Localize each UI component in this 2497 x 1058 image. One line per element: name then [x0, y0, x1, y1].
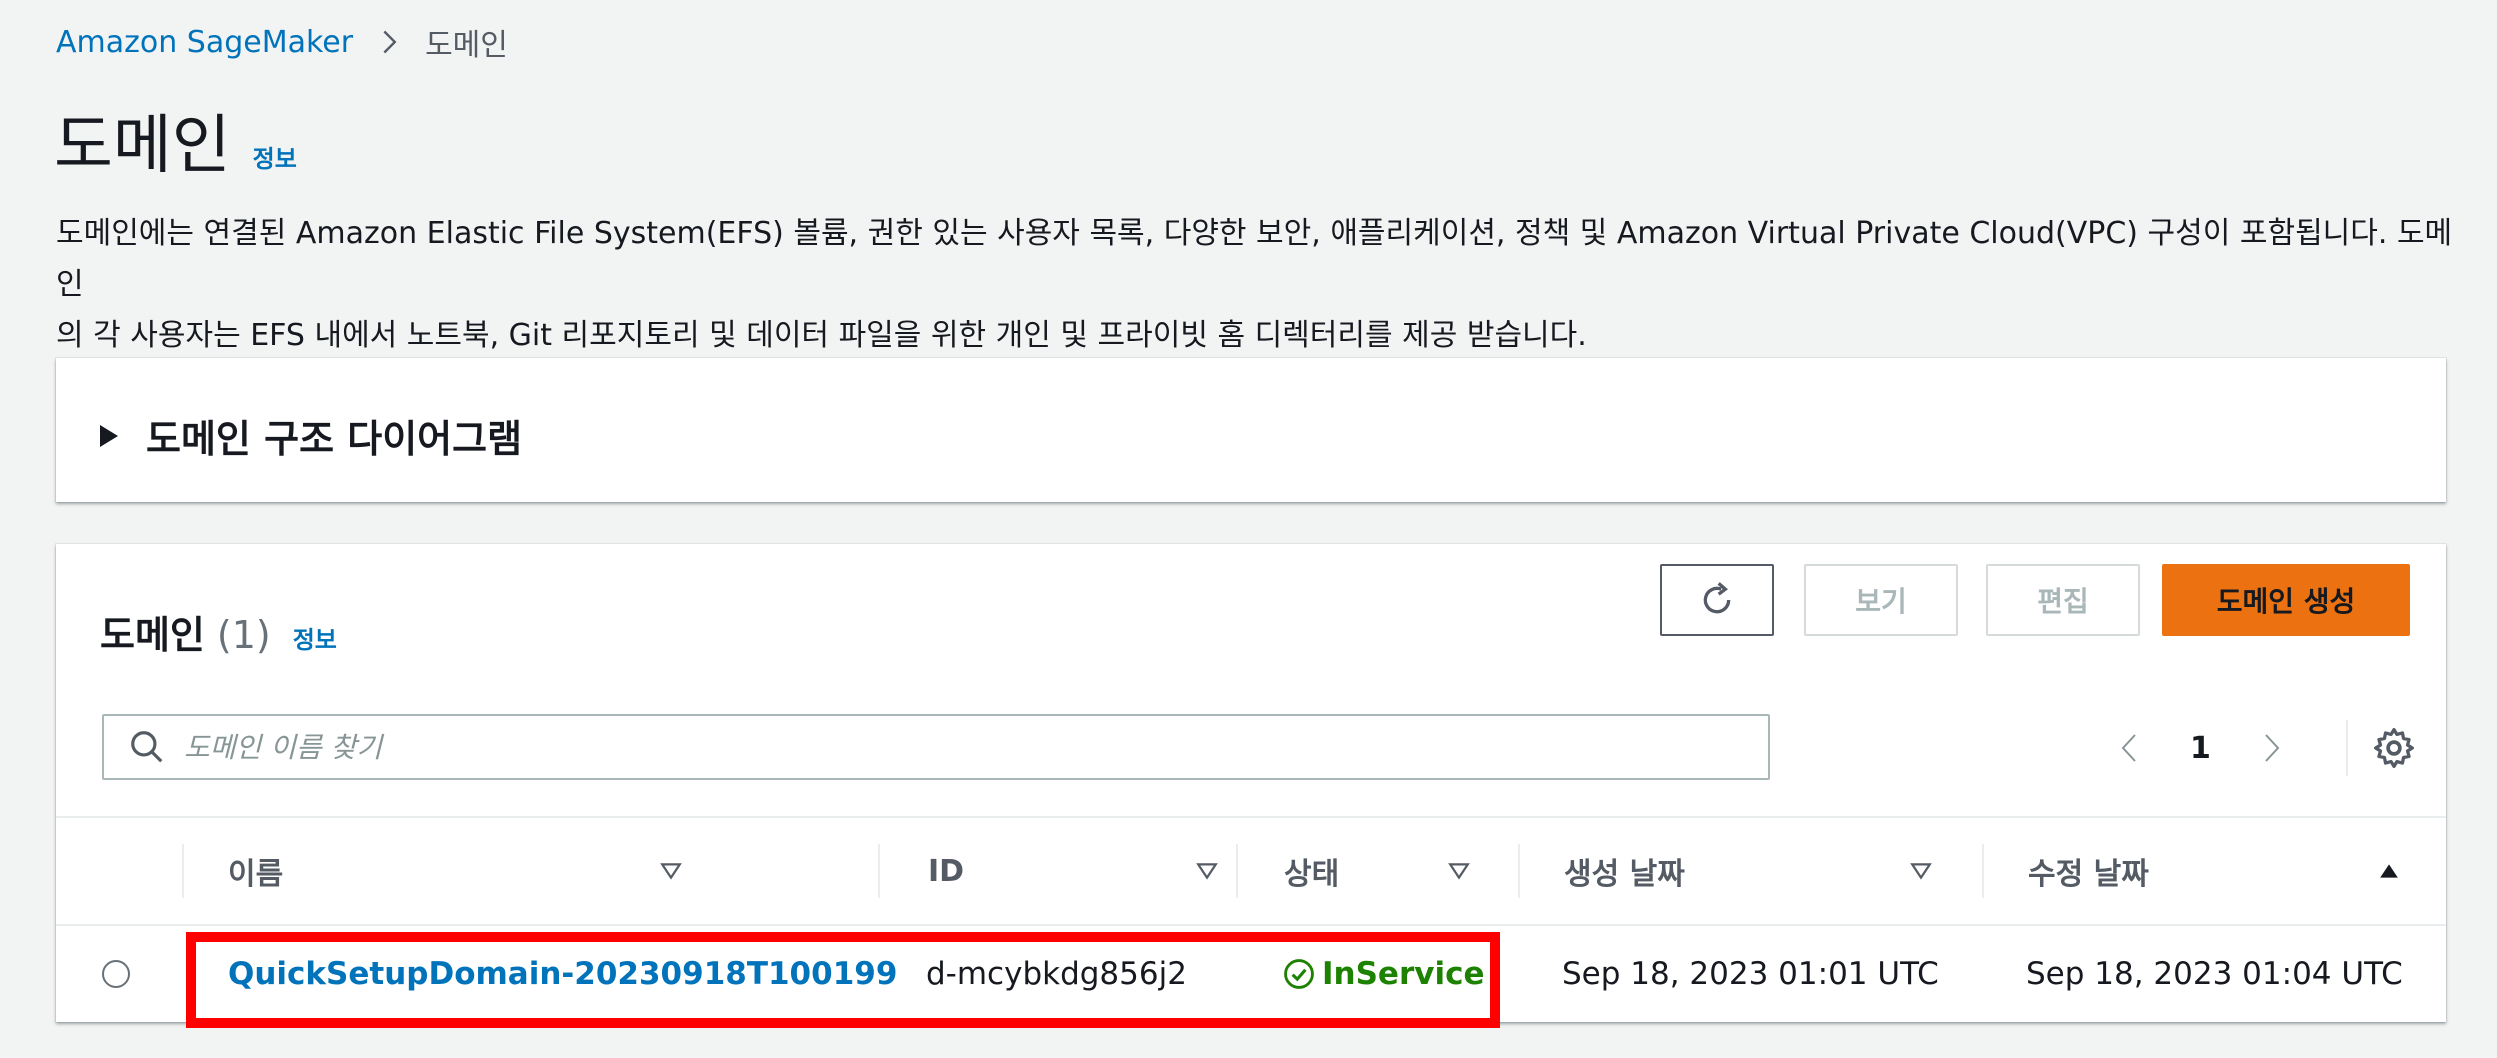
column-divider — [1982, 844, 1984, 898]
column-header-label: 수정 날짜 — [2028, 857, 2149, 892]
column-divider — [1518, 844, 1520, 898]
column-header-id[interactable]: ID — [928, 818, 1228, 924]
column-header-label: ID — [928, 853, 965, 889]
table-count: (1) — [216, 613, 271, 657]
sort-up-icon — [2378, 862, 2400, 880]
sagemaker-domains-page: Amazon SageMaker 도메인 도메인 정보 도메인에는 연결된 Am… — [0, 0, 2497, 1058]
row-select-radio[interactable] — [102, 960, 130, 988]
column-header-created[interactable]: 생성 날짜 — [1564, 818, 1964, 924]
domain-diagram-expander[interactable]: 도메인 구조 다이어그램 — [100, 408, 522, 463]
search-input[interactable] — [182, 729, 1686, 765]
domain-name-link[interactable]: QuickSetupDomain-20230918T100199 — [228, 956, 897, 992]
view-button[interactable]: 보기 — [1804, 564, 1958, 636]
page-header: 도메인 정보 — [54, 108, 297, 185]
chevron-right-icon — [375, 28, 403, 56]
page-description: 도메인에는 연결된 Amazon Elastic File System(EFS… — [56, 208, 2456, 361]
check-circle-icon — [1282, 957, 1322, 991]
pagination: 1 — [2112, 720, 2289, 776]
create-domain-button[interactable]: 도메인 생성 — [2162, 564, 2410, 636]
cell-created: Sep 18, 2023 01:01 UTC — [1562, 956, 1939, 992]
sort-down-icon — [1910, 862, 1932, 880]
domains-table-panel: 도메인 (1) 정보 보기 편집 도메인 생성 1 — [56, 544, 2446, 1022]
cell-name: QuickSetupDomain-20230918T100199 — [228, 926, 897, 1022]
description-line: 도메인에는 연결된 Amazon Elastic File System(EFS… — [56, 216, 2453, 302]
column-header-label: 생성 날짜 — [1564, 857, 1685, 892]
breadcrumb-current: 도메인 — [425, 28, 508, 63]
page-number[interactable]: 1 — [2190, 731, 2211, 766]
sort-down-icon — [660, 862, 682, 880]
sort-down-icon — [1196, 862, 1218, 880]
chevron-left-icon[interactable] — [2112, 725, 2146, 771]
description-line: 의 각 사용자는 EFS 내에서 노트북, Git 리포지토리 및 데이터 파일… — [56, 318, 1587, 353]
column-header-modified[interactable]: 수정 날짜 — [2028, 818, 2428, 924]
column-header-name[interactable]: 이름 — [228, 818, 778, 924]
column-header-status[interactable]: 상태 — [1284, 818, 1524, 924]
column-divider — [1236, 844, 1238, 898]
column-divider — [182, 844, 184, 898]
cell-modified: Sep 18, 2023 01:04 UTC — [2026, 956, 2403, 992]
column-header-label: 상태 — [1284, 857, 1340, 892]
breadcrumb: Amazon SageMaker 도메인 — [56, 20, 508, 64]
status-badge: InService — [1282, 956, 1484, 992]
table-title: 도메인 — [100, 613, 205, 657]
domain-diagram-panel: 도메인 구조 다이어그램 — [56, 358, 2446, 502]
cell-status: InService — [1282, 926, 1484, 1022]
gear-icon[interactable] — [2372, 726, 2416, 770]
expander-label: 도메인 구조 다이어그램 — [146, 417, 523, 461]
cell-id: d-mcybkdg856j2 — [926, 956, 1187, 992]
sort-down-icon — [1448, 862, 1470, 880]
refresh-icon — [1697, 580, 1737, 620]
table-row[interactable]: QuickSetupDomain-20230918T100199 d-mcybk… — [56, 926, 2446, 1022]
column-divider — [878, 844, 880, 898]
caret-right-icon — [100, 424, 118, 447]
table-header: 도메인 (1) 정보 — [100, 604, 337, 659]
refresh-button[interactable] — [1660, 564, 1774, 636]
table-info-link[interactable]: 정보 — [293, 620, 337, 655]
chevron-right-icon[interactable] — [2255, 725, 2289, 771]
divider — [2346, 720, 2348, 776]
breadcrumb-sagemaker-link[interactable]: Amazon SageMaker — [56, 25, 353, 60]
search-icon — [128, 728, 166, 766]
column-header-label: 이름 — [228, 857, 284, 892]
status-text: InService — [1322, 956, 1485, 992]
edit-button[interactable]: 편집 — [1986, 564, 2140, 636]
table-head: 이름 ID 상태 생성 날짜 수정 날짜 — [56, 816, 2446, 926]
search-box — [102, 714, 1770, 780]
page-title: 도메인 — [54, 109, 231, 183]
info-link[interactable]: 정보 — [253, 139, 297, 174]
